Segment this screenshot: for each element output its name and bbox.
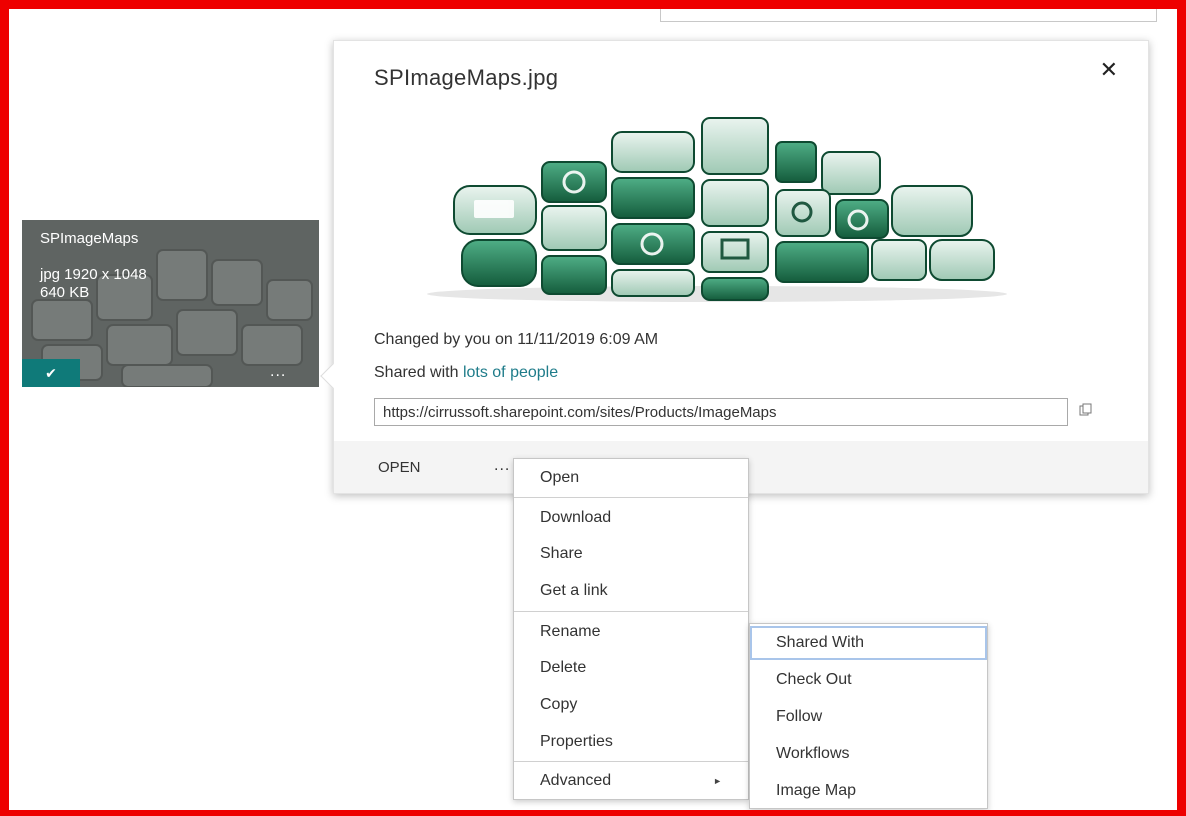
submenu-item-image-map[interactable]: Image Map [750,774,987,808]
submenu-arrow-icon: ► [713,776,722,786]
copy-link-icon[interactable] [1078,403,1092,417]
changed-info: Changed by you on 11/11/2019 6:09 AM [374,331,659,348]
menu-separator [514,611,748,612]
menu-item-share[interactable]: Share [514,537,748,571]
menu-item-download[interactable]: Download [514,501,748,535]
file-callout: SPImageMaps.jpg ✕ Changed by you on 11/1… [320,40,1149,494]
submenu-item-check-out[interactable]: Check Out [750,663,987,697]
menu-item-open[interactable]: Open [514,461,748,495]
open-button[interactable]: OPEN [378,459,421,476]
submenu-item-workflows[interactable]: Workflows [750,737,987,771]
select-check-icon[interactable]: ✔ [22,359,80,387]
menu-item-delete[interactable]: Delete [514,651,748,685]
shared-prefix: Shared with [374,364,463,381]
tile-file-meta: jpg 1920 x 1048 640 KB [40,266,147,302]
menu-item-rename[interactable]: Rename [514,615,748,649]
shared-with-link[interactable]: lots of people [463,364,558,381]
menu-item-advanced[interactable]: Advanced ► [514,764,748,798]
callout-beak [320,363,346,389]
advanced-submenu: Shared With Check Out Follow Workflows I… [749,623,988,809]
menu-item-advanced-label: Advanced [540,772,612,789]
tile-file-size: 640 KB [40,284,90,301]
shared-info: Shared with lots of people [374,364,558,382]
submenu-item-shared-with[interactable]: Shared With [750,626,987,660]
file-tile[interactable]: SPImageMaps jpg 1920 x 1048 640 KB ✔ ... [22,220,319,387]
menu-separator [514,761,748,762]
menu-item-copy[interactable]: Copy [514,688,748,722]
menu-item-properties[interactable]: Properties [514,725,748,759]
context-menu: Open Download Share Get a link Rename De… [513,458,749,800]
menu-item-get-a-link[interactable]: Get a link [514,574,748,608]
close-icon[interactable]: ✕ [1100,57,1118,83]
tile-file-dimensions: jpg 1920 x 1048 [40,266,147,283]
top-search-box[interactable] [660,0,1157,22]
tile-file-name: SPImageMaps [40,230,139,247]
more-actions-button[interactable]: ... [494,457,510,475]
callout-title: SPImageMaps.jpg [374,65,559,90]
image-preview [427,117,1007,302]
tile-more-actions-button[interactable]: ... [270,363,286,381]
submenu-item-follow[interactable]: Follow [750,700,987,734]
menu-separator [514,497,748,498]
file-url-field[interactable] [374,398,1068,426]
